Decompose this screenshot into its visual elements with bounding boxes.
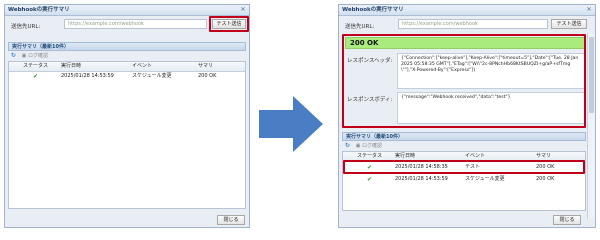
log-check-button[interactable]: ▣ ログ確認	[356, 143, 382, 149]
url-input[interactable]: https://example.com/webhook	[398, 19, 548, 29]
highlight-new-row	[343, 160, 585, 174]
col-event[interactable]: イベント	[132, 62, 152, 71]
row-event: スケジュール変更	[132, 73, 172, 79]
summary-panel-header: 実行サマリ（最新10件）	[342, 132, 586, 141]
row-datetime: 2025/01/28 14:53:59	[61, 73, 114, 79]
col-datetime[interactable]: 実行日時	[61, 62, 81, 71]
left-dialog: Webhookの実行サマリ ✕ 送信先URL: https://example.…	[4, 4, 250, 228]
highlight-response	[342, 34, 586, 128]
table-row[interactable]: ✔ 2025/01/28 14:53:59 スケジュール変更 200 OK	[343, 175, 585, 185]
col-summary[interactable]: サマリ	[198, 62, 213, 71]
close-icon[interactable]: ✕	[239, 6, 247, 13]
dialog-title: Webhookの実行サマリ	[342, 7, 404, 13]
summary-toolbar: ↻ ▣ ログ確認	[11, 51, 48, 60]
url-label: 送信先URL:	[11, 24, 41, 30]
close-button[interactable]: 閉じる	[217, 215, 245, 225]
reload-icon[interactable]: ↻	[11, 52, 16, 59]
row-event: スケジュール変更	[465, 176, 505, 182]
scrollbar[interactable]	[587, 33, 595, 219]
right-dialog: Webhookの実行サマリ ✕ 送信先URL: https://example.…	[338, 4, 596, 228]
test-send-button[interactable]: テスト送信	[551, 19, 587, 29]
summary-toolbar: ↻ ▣ ログ確認	[345, 141, 382, 150]
table-header: ステータス 実行日時 イベント サマリ	[9, 62, 245, 72]
dialog-titlebar: Webhookの実行サマリ ✕	[5, 5, 249, 16]
check-icon: ✔	[367, 176, 373, 183]
url-label: 送信先URL:	[345, 24, 375, 30]
log-check-button[interactable]: ▣ ログ確認	[22, 53, 48, 59]
col-status[interactable]: ステータス	[23, 62, 48, 71]
url-input[interactable]: https://example.com/webhook	[64, 19, 207, 29]
summary-table: ステータス 実行日時 イベント サマリ ✔ 2025/01/28 14:53:5…	[8, 61, 246, 209]
close-icon[interactable]: ✕	[585, 6, 593, 13]
check-icon: ✔	[33, 73, 39, 80]
reload-icon[interactable]: ↻	[345, 142, 350, 149]
scrollbar-thumb[interactable]	[589, 37, 594, 113]
row-summary: 200 OK	[536, 176, 555, 182]
dialog-title: Webhookの実行サマリ	[8, 7, 70, 13]
table-row[interactable]: ✔ 2025/01/28 14:53:59 スケジュール変更 200 OK	[9, 72, 245, 81]
summary-panel-header: 実行サマリ（最新10件）	[8, 42, 246, 51]
highlight-test-button	[209, 16, 249, 32]
dialog-titlebar: Webhookの実行サマリ ✕	[339, 5, 595, 16]
close-button[interactable]: 閉じる	[553, 215, 581, 225]
row-datetime: 2025/01/28 14:53:59	[395, 176, 448, 182]
right-arrow-icon	[259, 96, 323, 154]
row-summary: 200 OK	[198, 73, 217, 79]
